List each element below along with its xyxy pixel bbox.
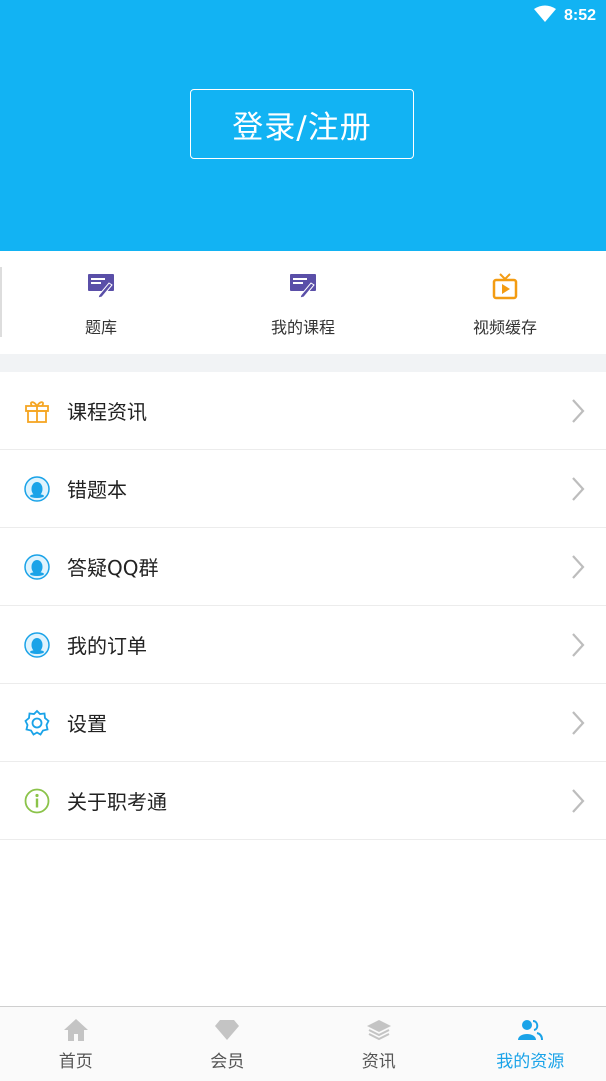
quick-item-label: 我的课程: [271, 314, 335, 338]
quick-actions: 题库 我的课程 视频缓存: [0, 251, 606, 354]
divider: [0, 267, 2, 337]
menu-item-course-news[interactable]: 课程资讯: [0, 372, 606, 450]
nav-membership[interactable]: 会员: [152, 1007, 304, 1081]
quick-item-label: 视频缓存: [473, 314, 537, 338]
menu-item-label: 答疑QQ群: [67, 552, 158, 581]
gear-icon: [23, 709, 51, 737]
qq-penguin-icon: [23, 631, 51, 659]
section-divider: [0, 354, 606, 372]
menu-item-settings[interactable]: 设置: [0, 684, 606, 762]
quick-item-my-courses[interactable]: 我的课程: [202, 251, 404, 354]
course-icon: [288, 271, 318, 301]
quick-item-video-cache[interactable]: 视频缓存: [404, 251, 606, 354]
user-icon: [517, 1017, 543, 1043]
menu-item-my-orders[interactable]: 我的订单: [0, 606, 606, 684]
menu-item-label: 课程资讯: [67, 396, 147, 425]
nav-news[interactable]: 资讯: [303, 1007, 455, 1081]
profile-header: 8:52 登录/注册: [0, 0, 606, 251]
menu-item-qq-group[interactable]: 答疑QQ群: [0, 528, 606, 606]
tv-icon: [490, 271, 520, 301]
qq-penguin-icon: [23, 475, 51, 503]
bottom-nav: 首页 会员 资讯 我的资源: [0, 1006, 606, 1081]
chevron-right-icon: [570, 553, 586, 581]
chevron-right-icon: [570, 787, 586, 815]
chevron-right-icon: [570, 709, 586, 737]
status-time: 8:52: [564, 7, 596, 25]
home-icon: [63, 1017, 89, 1043]
status-bar: 8:52: [534, 4, 596, 28]
menu-item-label: 关于职考通: [67, 786, 167, 815]
nav-label: 会员: [210, 1047, 244, 1072]
chevron-right-icon: [570, 397, 586, 425]
chevron-right-icon: [570, 631, 586, 659]
diamond-icon: [214, 1017, 240, 1043]
quick-item-question-bank[interactable]: 题库: [0, 251, 202, 354]
nav-label: 我的资源: [496, 1047, 564, 1072]
menu-item-wrong-questions[interactable]: 错题本: [0, 450, 606, 528]
menu-item-label: 设置: [67, 708, 107, 737]
nav-label: 首页: [59, 1047, 93, 1072]
nav-label: 资讯: [362, 1047, 396, 1072]
layers-icon: [366, 1017, 392, 1043]
nav-my-resources[interactable]: 我的资源: [455, 1007, 606, 1081]
qq-penguin-icon: [23, 553, 51, 581]
login-register-button[interactable]: 登录/注册: [190, 89, 414, 159]
menu-item-about[interactable]: 关于职考通: [0, 762, 606, 840]
nav-home[interactable]: 首页: [0, 1007, 152, 1081]
wifi-icon: [534, 5, 556, 27]
gift-icon: [23, 397, 51, 425]
chevron-right-icon: [570, 475, 586, 503]
menu-item-label: 我的订单: [67, 630, 147, 659]
info-icon: [23, 787, 51, 815]
menu-list: 课程资讯 错题本 答疑QQ群: [0, 372, 606, 840]
question-bank-icon: [86, 271, 116, 301]
quick-item-label: 题库: [85, 314, 117, 338]
menu-item-label: 错题本: [67, 474, 127, 503]
